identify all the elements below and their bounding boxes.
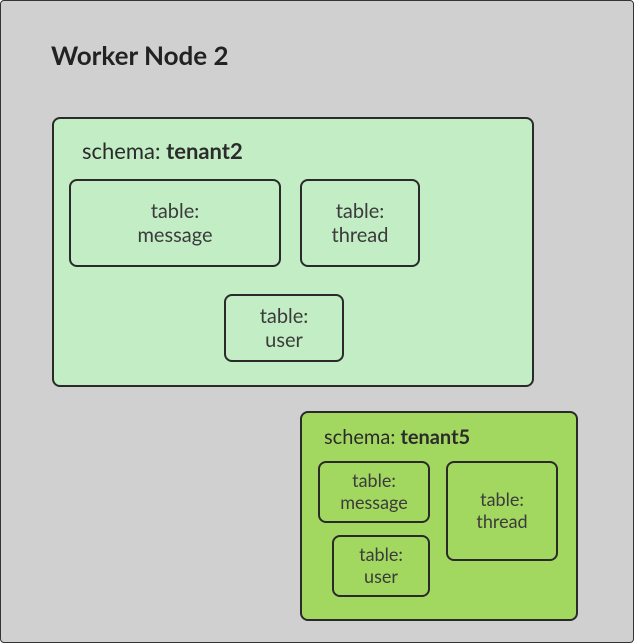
schema-label-prefix: schema: [82, 137, 166, 164]
table-message: table: message [318, 461, 430, 523]
node-title: Worker Node 2 [51, 39, 229, 71]
schema-box-tenant5: schema: tenant5 table: message table: th… [300, 411, 578, 621]
table-label-line2: thread [476, 510, 527, 532]
table-label-line1: table: [151, 199, 200, 223]
schema-header-tenant2: schema: tenant2 [82, 137, 243, 164]
table-label-line1: table: [336, 199, 385, 223]
table-label-line2: user [364, 565, 398, 587]
table-user: table: user [332, 535, 430, 597]
schema-label-prefix: schema: [324, 425, 400, 449]
worker-node-diagram: Worker Node 2 schema: tenant2 table: mes… [0, 0, 634, 643]
table-label-line2: message [137, 223, 212, 247]
schema-name: tenant2 [166, 137, 243, 164]
table-label-line1: table: [359, 543, 403, 565]
schema-header-tenant5: schema: tenant5 [324, 425, 470, 449]
table-label-line2: thread [332, 223, 389, 247]
schema-box-tenant2: schema: tenant2 table: message table: th… [52, 117, 534, 387]
table-thread: table: thread [300, 179, 420, 267]
table-thread: table: thread [446, 461, 558, 561]
table-label-line1: table: [260, 304, 309, 328]
table-label-line1: table: [352, 469, 396, 491]
table-user: table: user [224, 294, 344, 362]
table-label-line1: table: [480, 488, 524, 510]
schema-name: tenant5 [400, 425, 470, 449]
table-message: table: message [69, 179, 281, 267]
table-label-line2: message [340, 491, 408, 513]
table-label-line2: user [265, 328, 303, 352]
